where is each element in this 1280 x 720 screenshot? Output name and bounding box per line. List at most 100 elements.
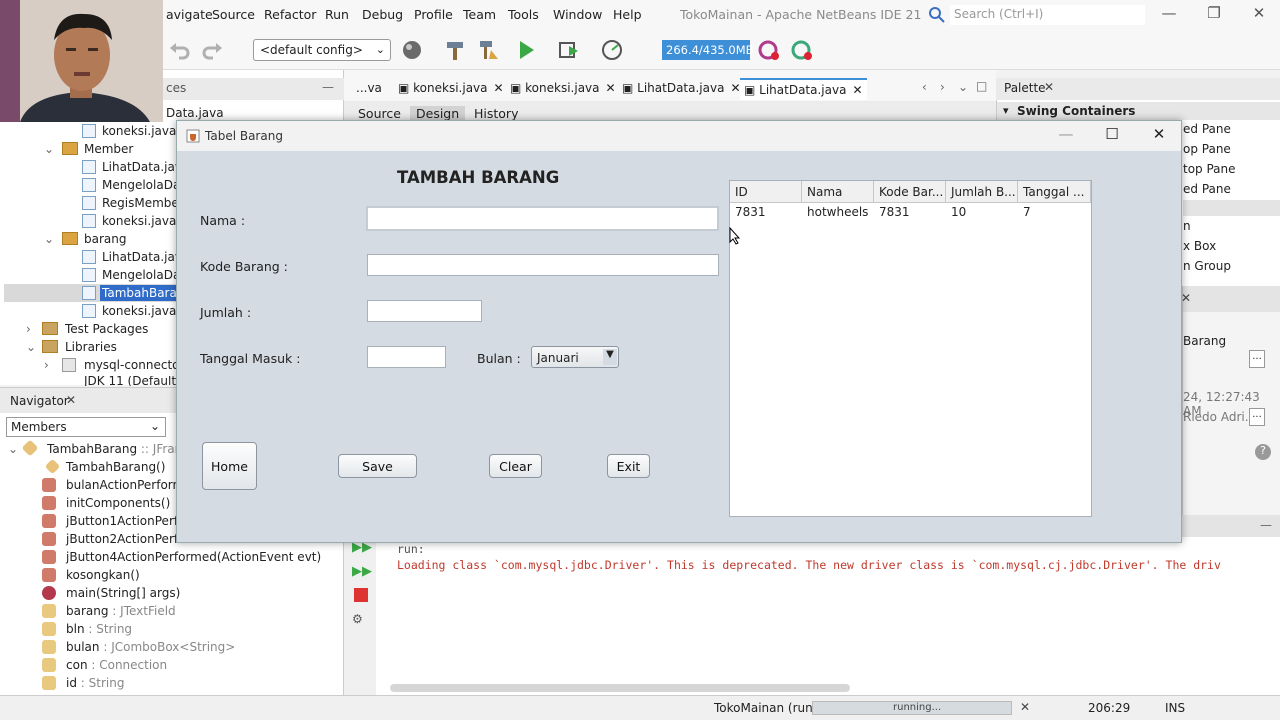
tree-item[interactable]: koneksi.java: [102, 124, 176, 138]
projects-tab-label[interactable]: ces: [166, 81, 186, 95]
tree-item[interactable]: RegisMember: [102, 196, 184, 210]
palette-item[interactable]: n Group: [1183, 259, 1231, 273]
tree-item[interactable]: mysql-connector-: [84, 358, 188, 372]
globe-icon[interactable]: [400, 38, 424, 62]
palette-item[interactable]: top Pane: [1183, 162, 1236, 176]
navigator-item[interactable]: TambahBarang :: JFrame: [47, 442, 194, 456]
close-icon[interactable]: ✕: [66, 393, 76, 407]
navigator-item[interactable]: bulan : JComboBox<String>: [66, 640, 235, 654]
menu-source[interactable]: Source: [212, 7, 255, 22]
table-header-nama[interactable]: Nama: [802, 181, 874, 203]
stop-icon[interactable]: [354, 588, 368, 602]
minimize-icon[interactable]: —: [1051, 125, 1081, 147]
tree-item[interactable]: koneksi.java: [102, 304, 176, 318]
tree-item[interactable]: barang: [84, 232, 126, 246]
exit-button[interactable]: Exit: [607, 454, 650, 478]
chevron-left-icon[interactable]: ‹: [922, 80, 927, 94]
palette-item[interactable]: n: [1183, 219, 1191, 233]
status-task[interactable]: TokoMainan (run): [714, 701, 817, 715]
table-header-id[interactable]: ID: [730, 181, 802, 203]
menu-profile[interactable]: Profile: [414, 7, 453, 22]
settings-icon[interactable]: ⚙: [352, 612, 363, 626]
navigator-item[interactable]: initComponents(): [66, 496, 170, 510]
close-icon[interactable]: ✕: [730, 81, 740, 95]
palette-item[interactable]: op Pane: [1183, 142, 1231, 156]
output-scrollbar[interactable]: [390, 684, 850, 692]
expand-chevron-icon[interactable]: ›: [44, 358, 49, 372]
table-row[interactable]: 7831 hotwheels 7831 10 7: [730, 203, 1091, 221]
home-button[interactable]: Home: [202, 442, 257, 490]
navigator-item[interactable]: barang : JTextField: [66, 604, 176, 618]
profile-icon[interactable]: [601, 38, 625, 62]
jumlah-input[interactable]: [367, 300, 482, 322]
close-icon[interactable]: ✕: [1144, 125, 1174, 147]
memory-indicator[interactable]: 266.4/435.0MB: [662, 40, 754, 60]
palette-tab-label[interactable]: Palette: [1004, 81, 1046, 95]
expand-chevron-icon[interactable]: ›: [26, 322, 31, 336]
view-source-tab[interactable]: Source: [358, 106, 401, 121]
menu-team[interactable]: Team: [463, 7, 496, 22]
search-icon[interactable]: [928, 6, 946, 24]
tree-item[interactable]: Libraries: [65, 340, 117, 354]
menu-navigate[interactable]: avigate: [166, 7, 213, 22]
navigator-item[interactable]: jButton2ActionPerfor: [66, 532, 190, 546]
tree-item[interactable]: Test Packages: [65, 322, 148, 336]
config-select[interactable]: <default config> ⌄: [253, 39, 391, 61]
collapse-chevron-icon[interactable]: ⌄: [44, 232, 54, 246]
navigator-item[interactable]: TambahBarang(): [66, 460, 165, 474]
close-icon[interactable]: ✕: [606, 81, 616, 95]
navigator-item[interactable]: con : Connection: [66, 658, 167, 672]
tree-item[interactable]: MengelolaDat: [102, 268, 185, 282]
window-minimize-icon[interactable]: —: [1158, 4, 1180, 26]
collapse-chevron-icon[interactable]: ⌄: [26, 340, 36, 354]
editor-tab[interactable]: ▣ LihatData.java ✕: [618, 78, 745, 100]
navigator-item[interactable]: jButton4ActionPerformed(ActionEvent evt): [66, 550, 321, 564]
maximize-editor-icon[interactable]: □: [976, 79, 987, 93]
maximize-icon[interactable]: ☐: [1097, 125, 1127, 147]
palette-item[interactable]: x Box: [1183, 239, 1216, 253]
editor-tab-active[interactable]: ▣ LihatData.java ✕: [740, 78, 867, 100]
navigator-item[interactable]: kosongkan(): [66, 568, 140, 582]
tree-item[interactable]: koneksi.java: [102, 214, 176, 228]
menu-window[interactable]: Window: [553, 7, 602, 22]
editor-tab[interactable]: ▣ koneksi.java ✕: [506, 78, 620, 100]
menu-tools[interactable]: Tools: [508, 7, 539, 22]
view-design-tab[interactable]: Design: [410, 106, 466, 121]
redo-icon[interactable]: [200, 38, 224, 62]
navigator-item[interactable]: bln : String: [66, 622, 132, 636]
editor-tab[interactable]: ...va: [352, 78, 392, 100]
collapse-chevron-icon[interactable]: ⌄: [44, 142, 54, 156]
navigator-item[interactable]: jButton1ActionPerfor: [66, 514, 190, 528]
menu-refactor[interactable]: Refactor: [264, 7, 316, 22]
kode-barang-input[interactable]: [367, 254, 719, 276]
clean-build-icon[interactable]: [477, 38, 501, 62]
debug-icon[interactable]: [557, 38, 581, 62]
bulan-select[interactable]: Januari ▼: [531, 346, 619, 368]
tree-item[interactable]: MengelolaDat: [102, 178, 185, 192]
close-icon[interactable]: ✕: [1044, 80, 1054, 94]
navigator-item[interactable]: bulanActionPerforme: [66, 478, 192, 492]
palette-item[interactable]: ed Pane: [1183, 122, 1231, 136]
help-icon[interactable]: ?: [1255, 444, 1271, 460]
property-editor-button[interactable]: ...: [1249, 408, 1265, 426]
ide-search-input[interactable]: Search (Ctrl+I): [950, 5, 1145, 25]
table-header-jumlah[interactable]: Jumlah B...: [946, 181, 1018, 203]
menu-help[interactable]: Help: [613, 7, 642, 22]
tree-item[interactable]: Member: [84, 142, 133, 156]
close-icon[interactable]: ✕: [852, 83, 862, 97]
property-editor-button[interactable]: ...: [1249, 350, 1265, 368]
undo-icon[interactable]: [168, 38, 192, 62]
window-restore-icon[interactable]: ❐: [1203, 4, 1225, 26]
nama-input[interactable]: [366, 206, 719, 231]
editor-tab[interactable]: ▣ koneksi.java ✕: [394, 78, 508, 100]
dialog-titlebar[interactable]: Tabel Barang — ☐ ✕: [177, 121, 1181, 151]
navigator-item[interactable]: id : String: [66, 676, 124, 690]
pane-minimize-icon[interactable]: —: [322, 80, 334, 94]
collapse-chevron-icon[interactable]: ⌄: [8, 442, 18, 456]
menu-run[interactable]: Run: [325, 7, 349, 22]
palette-item[interactable]: ed Pane: [1183, 182, 1231, 196]
pane-minimize-icon[interactable]: —: [1260, 518, 1272, 532]
table-header-kode[interactable]: Kode Bar...: [874, 181, 946, 203]
close-icon[interactable]: ✕: [1020, 700, 1030, 714]
view-history-tab[interactable]: History: [474, 106, 518, 121]
